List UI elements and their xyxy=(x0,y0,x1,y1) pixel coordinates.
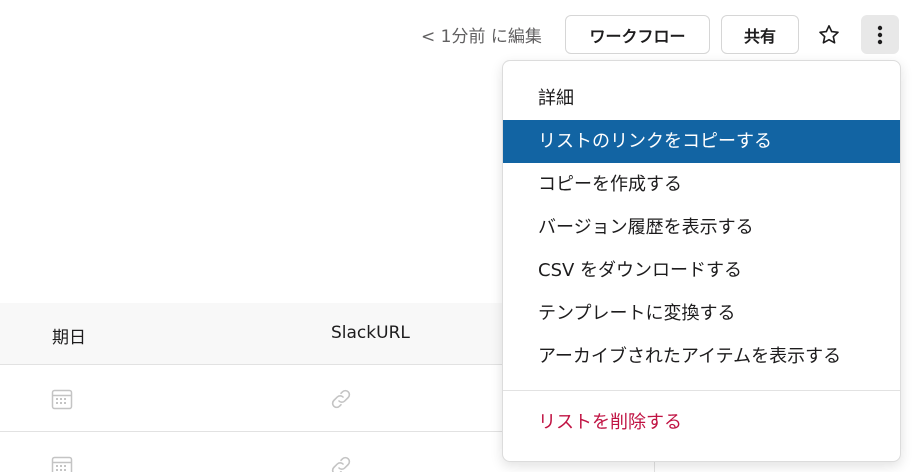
calendar-icon[interactable] xyxy=(50,387,74,411)
column-header-due-date[interactable]: 期日 xyxy=(52,323,86,348)
menu-item-convert-to-template[interactable]: テンプレートに変換する xyxy=(503,292,900,335)
menu-item-download-csv[interactable]: CSV をダウンロードする xyxy=(503,249,900,292)
last-edited-text: < 1分前 に編集 xyxy=(421,27,542,47)
star-button[interactable] xyxy=(810,15,848,54)
list-page: < 1分前 に編集 ワークフロー 共有 期日 SlackURL 詳細 リストのリ… xyxy=(0,0,914,472)
link-icon[interactable] xyxy=(329,454,353,472)
more-vertical-icon xyxy=(877,25,883,44)
calendar-icon[interactable] xyxy=(50,454,74,472)
menu-divider xyxy=(503,390,900,391)
more-actions-button[interactable] xyxy=(861,15,899,54)
workflow-button[interactable]: ワークフロー xyxy=(565,15,710,54)
star-icon xyxy=(819,24,839,44)
more-actions-menu: 詳細 リストのリンクをコピーする コピーを作成する バージョン履歴を表示する C… xyxy=(502,60,901,462)
link-icon[interactable] xyxy=(329,387,353,411)
share-button[interactable]: 共有 xyxy=(721,15,799,54)
menu-item-details[interactable]: 詳細 xyxy=(503,77,900,120)
menu-item-show-archived[interactable]: アーカイブされたアイテムを表示する xyxy=(503,335,900,378)
menu-item-make-copy[interactable]: コピーを作成する xyxy=(503,163,900,206)
menu-item-delete-list[interactable]: リストを削除する xyxy=(503,401,900,444)
column-header-slack-url[interactable]: SlackURL xyxy=(331,323,410,343)
menu-item-version-history[interactable]: バージョン履歴を表示する xyxy=(503,206,900,249)
menu-item-copy-list-link[interactable]: リストのリンクをコピーする xyxy=(503,120,900,163)
